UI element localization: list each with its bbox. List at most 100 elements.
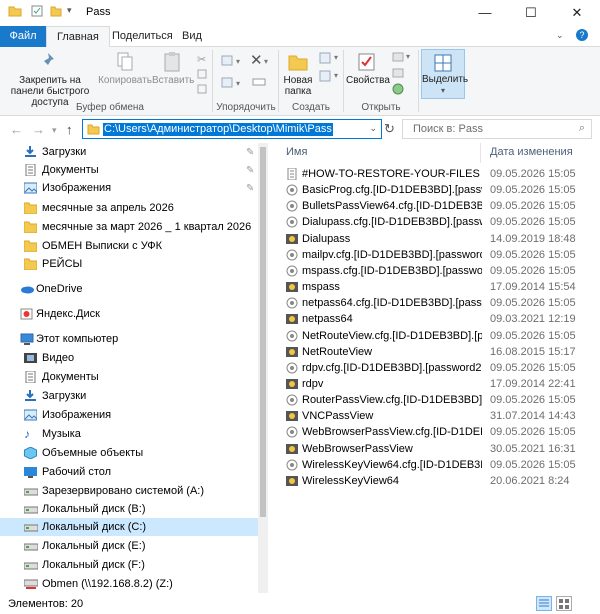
history-icon[interactable]	[392, 83, 404, 98]
rename-icon[interactable]	[252, 75, 266, 92]
nav-label: Документы	[42, 371, 99, 383]
forward-arrow-icon[interactable]: →	[32, 122, 45, 137]
nav-item-documents-quick[interactable]: Документы ✎	[0, 161, 258, 179]
paste-button[interactable]: Вставить	[152, 51, 194, 86]
help-icon[interactable]: ?	[576, 29, 588, 41]
up-arrow-icon[interactable]: ↑	[66, 122, 73, 137]
nav-item-drive-a[interactable]: Зарезервировано системой (A:)	[0, 482, 258, 500]
search-input[interactable]: Поиск в: Pass ⌕	[402, 119, 592, 139]
nav-item-documents[interactable]: Документы	[0, 368, 258, 386]
copy-path-icon[interactable]	[197, 69, 207, 82]
edit-icon[interactable]	[392, 67, 404, 82]
tab-view[interactable]: Вид	[172, 26, 212, 47]
nav-item-3d-objects[interactable]: Объемные объекты	[0, 444, 258, 462]
file-row[interactable]: NetRouteView 16.08.2015 15:17	[280, 344, 592, 360]
file-row[interactable]: BasicProg.cfg.[ID-D1DEB3BD].[password...…	[280, 182, 592, 198]
nav-item-pictures-quick[interactable]: Изображения ✎	[0, 179, 258, 197]
nav-item-folder-march[interactable]: месячные за март 2026 _ 1 квартал 2026	[0, 218, 258, 236]
maximize-button[interactable]: ☐	[508, 0, 554, 26]
recent-locations-icon[interactable]: ▾	[52, 125, 57, 136]
file-row[interactable]: RouterPassView.cfg.[ID-D1DEB3BD].[pass..…	[280, 392, 592, 408]
large-icons-view-button[interactable]	[556, 596, 572, 611]
properties-icon[interactable]	[31, 5, 43, 20]
file-row[interactable]: mspass.cfg.[ID-D1DEB3BD].[password2@... 0…	[280, 263, 592, 279]
properties-button[interactable]: Свойства	[346, 51, 390, 86]
nav-item-folder-exchange[interactable]: ОБМЕН Выписки с УФК	[0, 237, 258, 255]
file-row[interactable]: netpass64 09.03.2021 12:19	[280, 311, 592, 327]
file-row[interactable]: #HOW-TO-RESTORE-YOUR-FILES 09.05.2026 15:…	[280, 166, 592, 182]
file-row[interactable]: BulletsPassView64.cfg.[ID-D1DEB3BD].[p..…	[280, 198, 592, 214]
pin-quick-access-button[interactable]: Закрепить на панели быстрого доступа	[4, 51, 96, 108]
ribbon-expand-icon[interactable]: ⌄	[556, 30, 564, 41]
back-arrow-icon[interactable]: ←	[10, 122, 23, 137]
copy-to-icon[interactable]	[220, 75, 234, 92]
details-view-button[interactable]	[536, 596, 552, 611]
nav-item-desktop[interactable]: Рабочий стол	[0, 463, 258, 481]
cut-icon[interactable]: ✂	[197, 53, 206, 66]
file-row[interactable]: mailpv.cfg.[ID-D1DEB3BD].[password2@t...…	[280, 247, 592, 263]
new-folder-button[interactable]: Новая папка	[280, 51, 316, 97]
address-dropdown-icon[interactable]: ⌄	[369, 123, 377, 134]
delete-icon[interactable]: ✕	[250, 51, 263, 69]
app-icon	[286, 233, 298, 245]
refresh-icon[interactable]: ↻	[384, 121, 395, 137]
pictures-icon	[23, 182, 38, 194]
nav-item-this-pc[interactable]: Этот компьютер	[0, 330, 258, 348]
file-row[interactable]: VNCPassView 31.07.2014 14:43	[280, 408, 592, 424]
column-name[interactable]: Имя	[286, 146, 307, 158]
column-divider[interactable]	[480, 143, 481, 163]
close-button[interactable]: ✕	[554, 0, 600, 26]
nav-item-downloads[interactable]: Загрузки	[0, 387, 258, 405]
new-item-icon[interactable]	[318, 51, 332, 68]
nav-item-drive-b[interactable]: Локальный диск (B:)	[0, 500, 258, 518]
file-row[interactable]: rdpv.cfg.[ID-D1DEB3BD].[password2@tut...…	[280, 360, 592, 376]
nav-label: Локальный диск (C:)	[42, 521, 147, 533]
open-icon[interactable]	[392, 51, 404, 66]
tab-home[interactable]: Главная	[46, 26, 110, 48]
file-row[interactable]: rdpv 17.09.2014 22:41	[280, 376, 592, 392]
minimize-button[interactable]: —	[462, 0, 508, 26]
file-row[interactable]: WirelessKeyView64 20.06.2021 8:24	[280, 473, 592, 489]
nav-item-downloads-quick[interactable]: Загрузки ✎	[0, 143, 258, 161]
file-row[interactable]: WebBrowserPassView.cfg.[ID-D1DEB3BD]... 0…	[280, 424, 592, 440]
file-row[interactable]: Dialupass.cfg.[ID-D1DEB3BD].[password2..…	[280, 214, 592, 230]
scrollbar-thumb[interactable]	[260, 147, 266, 517]
file-name: rdpv.cfg.[ID-D1DEB3BD].[password2@tut...	[302, 361, 482, 374]
column-date[interactable]: Дата изменения	[490, 146, 573, 158]
easy-access-icon[interactable]	[318, 69, 332, 86]
file-row[interactable]: WirelessKeyView64.cfg.[ID-D1DEB3BD].[p..…	[280, 457, 592, 473]
nav-item-drive-c[interactable]: Локальный диск (C:)	[0, 518, 258, 536]
copy-button[interactable]: Копировать	[98, 51, 152, 86]
move-to-icon[interactable]	[220, 53, 234, 70]
nav-label: Рабочий стол	[42, 466, 112, 478]
nav-scrollbar[interactable]	[258, 143, 268, 593]
nav-item-onedrive[interactable]: OneDrive	[0, 280, 258, 298]
new-folder-icon[interactable]	[50, 5, 62, 20]
tab-share[interactable]: Поделиться	[102, 26, 183, 47]
customize-qa-icon[interactable]: ▾	[67, 5, 72, 16]
nav-item-pictures[interactable]: Изображения	[0, 406, 258, 424]
select-button[interactable]: Выделить ▾	[421, 49, 468, 99]
nav-item-drive-e[interactable]: Локальный диск (E:)	[0, 537, 258, 555]
file-row[interactable]: WebBrowserPassView 30.05.2021 16:31	[280, 441, 592, 457]
file-row[interactable]: Dialupass 14.09.2019 18:48	[280, 231, 592, 247]
chevron-down-icon: ▾	[406, 52, 411, 61]
file-row[interactable]: NetRouteView.cfg.[ID-D1DEB3BD].[passw...…	[280, 328, 592, 344]
tab-file[interactable]: Файл	[0, 26, 46, 47]
file-row[interactable]: netpass64.cfg.[ID-D1DEB3BD].[password...…	[280, 295, 592, 311]
address-bar-row: ← → ▾ ↑ C:\Users\Администратор\Desktop\M…	[0, 116, 600, 143]
nav-item-folder-reisy[interactable]: РЕЙСЫ	[0, 255, 258, 273]
nav-item-network-drive-z[interactable]: Obmen (\\192.168.8.2) (Z:)	[0, 575, 258, 593]
address-input[interactable]: C:\Users\Администратор\Desktop\Mimik\Pas…	[82, 119, 382, 139]
nav-item-yandex-disk[interactable]: Яндекс.Диск	[0, 305, 258, 323]
chevron-down-icon: ▾	[334, 71, 339, 80]
nav-item-music[interactable]: ♪ Музыка	[0, 425, 258, 443]
nav-item-drive-f[interactable]: Локальный диск (F:)	[0, 556, 258, 574]
nav-item-folder-april[interactable]: месячные за апрель 2026	[0, 199, 258, 217]
nav-label: РЕЙСЫ	[42, 258, 83, 270]
paste-shortcut-icon[interactable]	[197, 84, 207, 97]
file-row[interactable]: mspass 17.09.2014 15:54	[280, 279, 592, 295]
ribbon-tabs: Файл Главная Поделиться Вид ⌄ ?	[0, 26, 600, 48]
file-name: BulletsPassView64.cfg.[ID-D1DEB3BD].[p..…	[302, 200, 482, 213]
nav-item-video[interactable]: Видео	[0, 349, 258, 367]
